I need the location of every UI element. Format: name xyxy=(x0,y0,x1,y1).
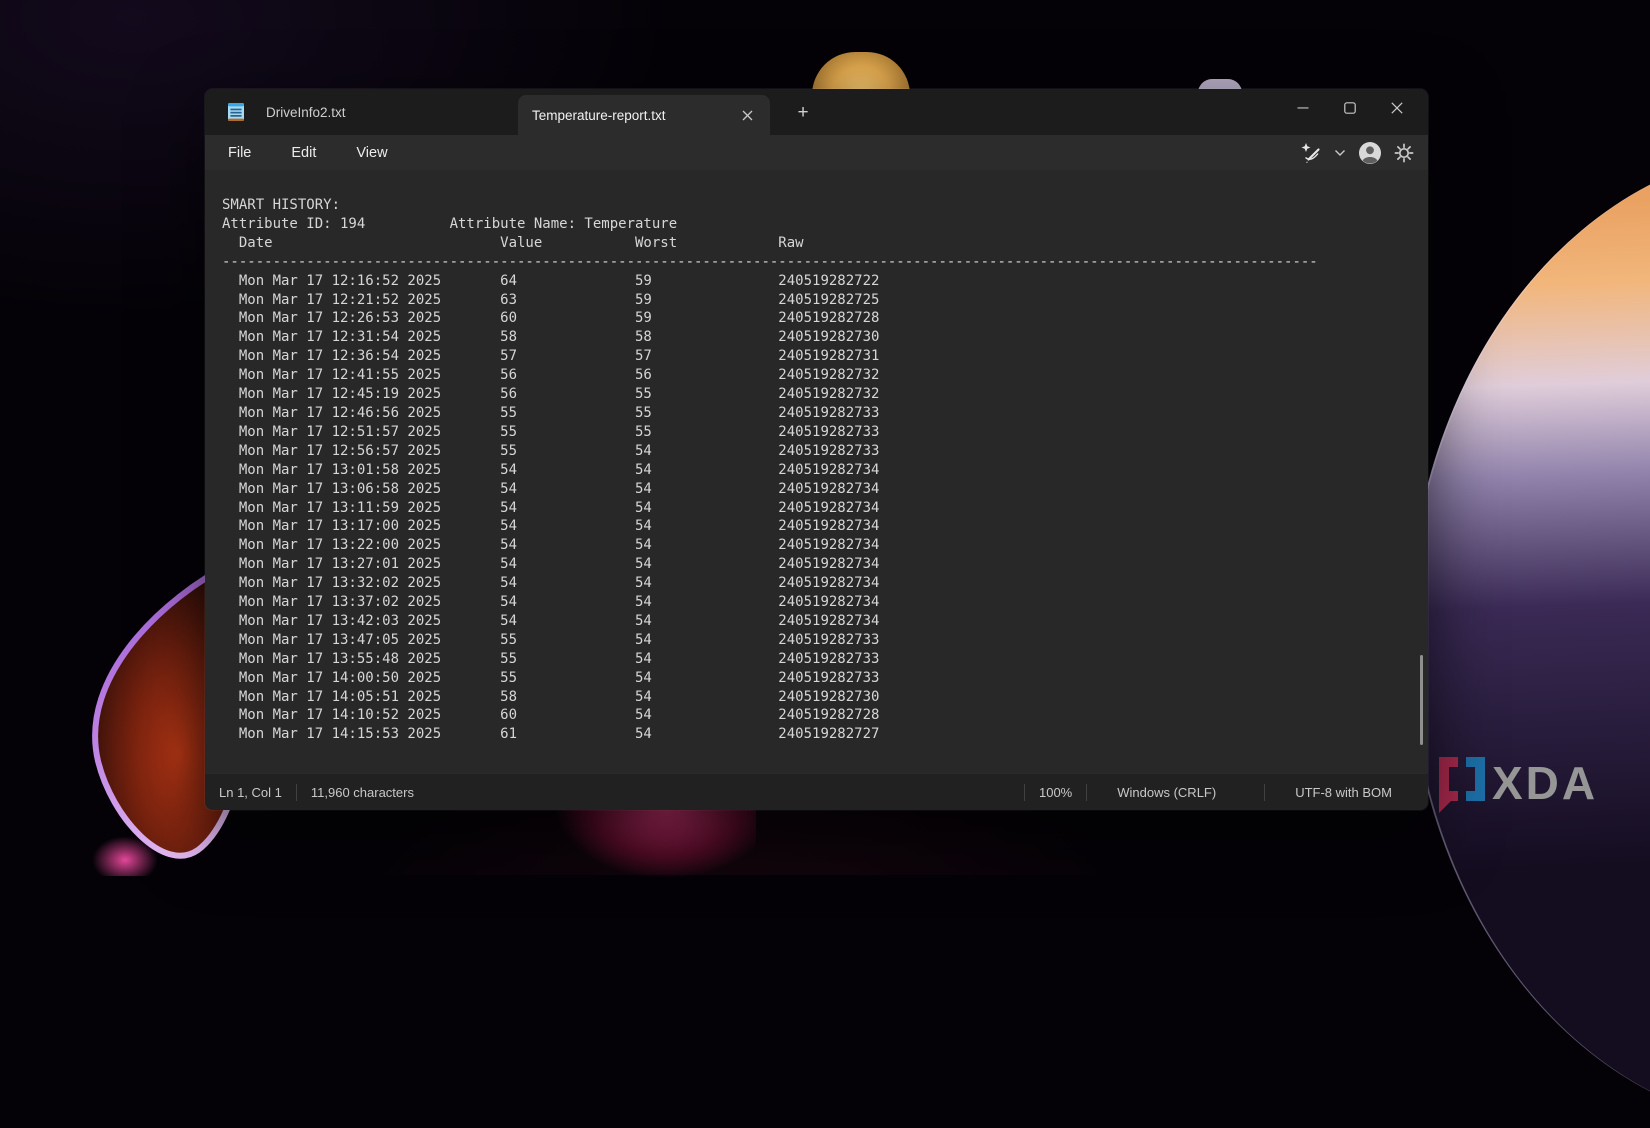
rewrite-ai-button[interactable] xyxy=(1297,139,1325,167)
wallpaper-magenta-streak xyxy=(92,836,158,876)
wallpaper-gradient-sphere xyxy=(1408,148,1650,1128)
character-count: 11,960 characters xyxy=(297,785,428,800)
close-icon xyxy=(742,110,753,121)
editor-text: SMART HISTORY: Attribute ID: 194 Attribu… xyxy=(222,196,1318,744)
tab-label: DriveInfo2.txt xyxy=(266,105,346,120)
menu-bar: File Edit View xyxy=(205,135,1428,170)
chevron-down-icon xyxy=(1334,149,1346,157)
maximize-icon xyxy=(1344,102,1356,114)
tab-bar: DriveInfo2.txt Temperature-report.txt + xyxy=(205,89,1428,135)
notepad-window: DriveInfo2.txt Temperature-report.txt + xyxy=(205,89,1428,810)
scrollbar-thumb[interactable] xyxy=(1420,655,1423,745)
tab-temperature-report[interactable]: Temperature-report.txt xyxy=(518,95,770,135)
menu-file[interactable]: File xyxy=(215,141,264,165)
window-controls xyxy=(1279,89,1420,127)
menu-edit[interactable]: Edit xyxy=(278,141,329,165)
line-ending: Windows (CRLF) xyxy=(1087,785,1264,800)
cursor-position: Ln 1, Col 1 xyxy=(205,785,296,800)
xda-left-bracket-icon xyxy=(1444,762,1458,796)
tab-driveinfo2[interactable]: DriveInfo2.txt xyxy=(205,89,518,135)
close-icon xyxy=(1391,102,1403,114)
rewrite-dropdown-button[interactable] xyxy=(1332,147,1348,159)
minimize-icon xyxy=(1297,102,1309,114)
gear-icon xyxy=(1394,143,1414,163)
close-button[interactable] xyxy=(1373,89,1420,127)
zoom-level[interactable]: 100% xyxy=(1025,785,1086,800)
xda-logo-text: XDA xyxy=(1492,757,1598,809)
account-button[interactable] xyxy=(1355,138,1385,168)
editor-area[interactable]: SMART HISTORY: Attribute ID: 194 Attribu… xyxy=(205,170,1428,773)
minimize-button[interactable] xyxy=(1279,89,1326,127)
xda-logo: XDA xyxy=(1424,750,1609,814)
settings-button[interactable] xyxy=(1392,141,1416,165)
new-tab-button[interactable]: + xyxy=(787,98,819,128)
menu-view[interactable]: View xyxy=(343,141,400,165)
maximize-button[interactable] xyxy=(1326,89,1373,127)
plus-icon: + xyxy=(797,102,808,124)
encoding: UTF-8 with BOM xyxy=(1265,785,1406,800)
xda-right-bracket-icon xyxy=(1466,762,1480,796)
xda-bracket-tail xyxy=(1439,794,1456,813)
tab-close-button[interactable] xyxy=(734,102,760,128)
account-avatar-icon xyxy=(1357,140,1383,166)
menu-right-actions xyxy=(1297,135,1416,170)
status-bar: Ln 1, Col 1 11,960 characters 100% Windo… xyxy=(205,773,1428,810)
sparkle-pen-icon xyxy=(1299,141,1323,165)
tab-label: Temperature-report.txt xyxy=(532,108,726,123)
